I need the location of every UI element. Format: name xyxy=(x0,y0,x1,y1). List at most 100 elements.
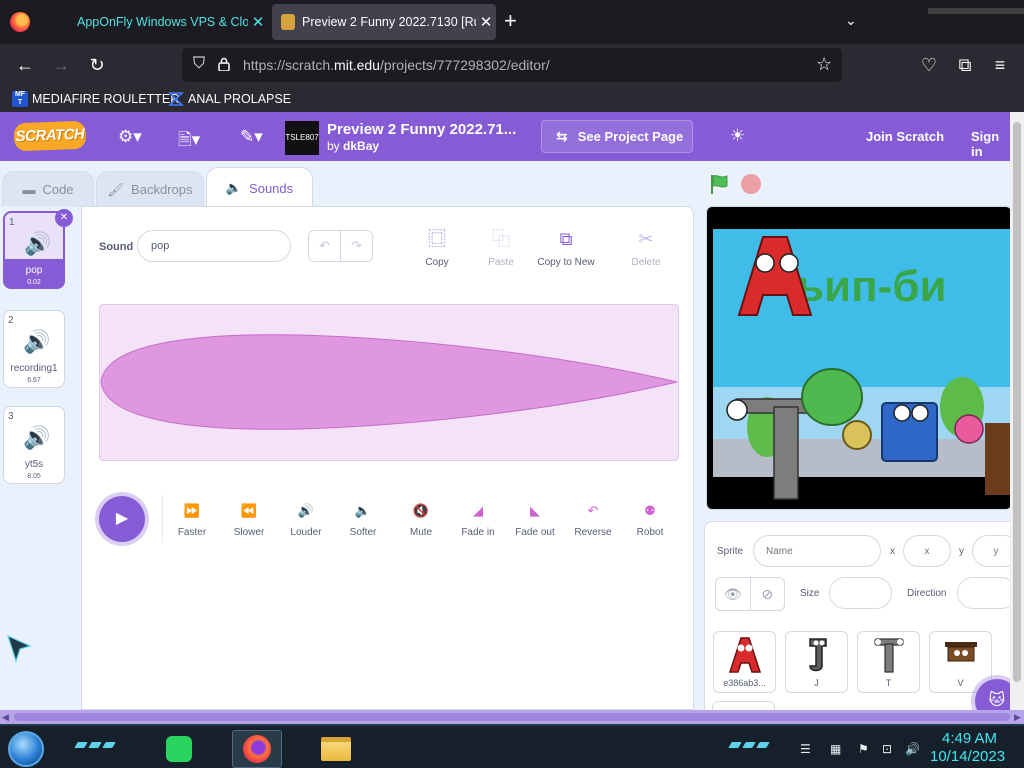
tray-volume-icon[interactable]: 🔊 xyxy=(905,742,920,756)
start-button[interactable] xyxy=(8,731,44,767)
scratch-logo[interactable]: SCRATCH xyxy=(13,120,87,152)
bookmark-mediafire[interactable]: MF T MEDIAFIRE ROULETTER xyxy=(12,91,179,107)
bookmarks-bar: MF T MEDIAFIRE ROULETTER ANAL PROLAPSE xyxy=(0,86,1024,112)
sound-item-pop[interactable]: 1 🔊 pop 0.02 ✕ xyxy=(3,209,73,289)
effect-fade-in-button[interactable]: ◢ Fade in xyxy=(448,503,508,538)
waveform-shape xyxy=(100,334,678,430)
firefox-menu-icon[interactable] xyxy=(10,12,30,32)
horizontal-scroll-thumb[interactable] xyxy=(14,713,1010,721)
file-menu-icon[interactable]: 🗎▾ xyxy=(178,127,200,156)
effect-mute-button[interactable]: 🔇 Mute xyxy=(391,503,451,538)
faster-icon: ⏩ xyxy=(183,503,201,518)
list-all-tabs-icon[interactable]: ⌄ xyxy=(845,12,857,29)
vertical-scroll-thumb[interactable] xyxy=(1013,122,1021,682)
scratch-gui: ▬ Code 🖌 Backdrops 🔈 Sounds 1 🔊 pop 0.02… xyxy=(0,161,1010,710)
pocket-icon[interactable]: ♡ xyxy=(916,53,942,77)
undo-icon[interactable]: ↶ xyxy=(309,231,341,261)
project-title[interactable]: Preview 2 Funny 2022.71... xyxy=(327,121,516,138)
taskbar-firefox[interactable] xyxy=(232,730,282,768)
effect-fade-out-button[interactable]: ◣ Fade out xyxy=(505,503,565,538)
copy-button[interactable]: ⿴ Copy xyxy=(402,227,472,268)
effect-label: Fade out xyxy=(515,527,555,538)
tab-close-icon[interactable]: ✕ xyxy=(476,13,496,31)
sound-name-input[interactable] xyxy=(137,230,291,262)
undo-redo-group: ↶ ↷ xyxy=(308,230,373,262)
tab-sounds[interactable]: 🔈 Sounds xyxy=(206,167,313,208)
bookmark-star-icon[interactable]: ☆ xyxy=(816,54,832,75)
hamburger-menu-icon[interactable]: ≡ xyxy=(987,53,1013,77)
tracking-shield-icon[interactable]: ⛉ xyxy=(190,55,208,75)
delete-icon: ✂ xyxy=(638,229,654,249)
sprite-tile-a[interactable]: e386ab3... xyxy=(713,631,776,693)
forward-arrow-icon[interactable]: → xyxy=(48,53,74,77)
effect-softer-button[interactable]: 🔈 Softer xyxy=(333,503,393,538)
bookmark-second[interactable]: ANAL PROLAPSE xyxy=(168,91,291,107)
vertical-scrollbar[interactable] xyxy=(1010,112,1024,710)
horizontal-scrollbar[interactable]: ◀ ▶ xyxy=(0,710,1024,724)
extensions-icon[interactable]: ⧉ xyxy=(952,53,978,77)
sprite-name-input[interactable] xyxy=(753,535,881,567)
reload-icon[interactable]: ↻ xyxy=(84,53,110,77)
effect-louder-button[interactable]: 🔊 Louder xyxy=(276,503,336,538)
browser-tab-apponfly[interactable]: AppOnFly Windows VPS & Clo ✕ xyxy=(44,4,268,40)
join-scratch-link[interactable]: Join Scratch xyxy=(866,129,944,144)
tab-code[interactable]: ▬ Code xyxy=(2,171,94,207)
browser-tab-scratch[interactable]: Preview 2 Funny 2022.7130 [Rus ✕ xyxy=(272,4,496,40)
project-thumbnail[interactable]: TSLE807 xyxy=(285,121,319,155)
url-text[interactable]: https://scratch.mit.edu/projects/7772983… xyxy=(243,57,550,73)
x-input[interactable] xyxy=(903,535,951,567)
stop-icon[interactable] xyxy=(741,174,761,194)
redo-icon[interactable]: ↷ xyxy=(341,231,372,261)
effect-slower-button[interactable]: ⏪ Slower xyxy=(219,503,279,538)
effect-robot-button[interactable]: ⚉ Robot xyxy=(620,503,680,538)
settings-gear-icon[interactable]: ⚙▾ xyxy=(118,127,142,147)
stage-canvas[interactable]: ьип-би xyxy=(706,206,1010,510)
tray-network-icon[interactable]: ⊡ xyxy=(882,742,892,756)
stage-scene-image: ьип-би xyxy=(707,207,1010,509)
scroll-right-icon[interactable]: ▶ xyxy=(1014,710,1021,724)
effect-reverse-button[interactable]: ↶ Reverse xyxy=(563,503,623,538)
tray-app-icon[interactable]: ▦ xyxy=(830,742,841,756)
paste-button[interactable]: ⿻ Paste xyxy=(466,227,536,268)
show-eye-icon[interactable]: 👁 xyxy=(716,578,751,610)
back-arrow-icon[interactable]: ← xyxy=(12,53,38,77)
clock-time[interactable]: 4:49 AM xyxy=(942,730,997,747)
size-input[interactable] xyxy=(829,577,892,609)
taskbar-spotify[interactable] xyxy=(154,730,204,768)
delete-button[interactable]: ✂ Delete xyxy=(611,227,681,268)
sprite-tile-t[interactable]: T xyxy=(857,631,920,693)
see-project-page-button[interactable]: ⇆ See Project Page xyxy=(541,120,693,153)
tray-show-hidden-icon[interactable]: ☰ xyxy=(800,742,811,756)
sprite-info-pane: Sprite x y 👁 ⊘ Size Direction e386ab3...… xyxy=(704,521,1010,710)
tray-flag-icon[interactable]: ⚑ xyxy=(858,742,869,756)
url-bar[interactable]: ⛉ https://scratch.mit.edu/projects/77729… xyxy=(182,48,842,82)
edit-menu-icon[interactable]: ✎▾ xyxy=(240,127,263,147)
tab-close-icon[interactable]: ✕ xyxy=(248,13,268,31)
waveform-display[interactable] xyxy=(99,304,679,461)
effect-faster-button[interactable]: ⏩ Faster xyxy=(162,503,222,538)
lock-icon[interactable] xyxy=(218,57,230,71)
scroll-left-icon[interactable]: ◀ xyxy=(2,710,9,724)
new-tab-button[interactable]: + xyxy=(504,10,517,32)
sign-in-link[interactable]: Sign in xyxy=(971,129,1010,159)
sound-item-recording1[interactable]: 2 🔊 recording1 6.67 xyxy=(3,310,65,388)
theme-bulb-icon[interactable]: ☀ xyxy=(730,126,745,146)
sprite-tile-j[interactable]: J xyxy=(785,631,848,693)
hide-eye-icon[interactable]: ⊘ xyxy=(751,578,785,610)
clock-date[interactable]: 10/14/2023 xyxy=(930,748,1005,765)
green-flag-icon[interactable] xyxy=(707,172,731,196)
bookmark-label: ANAL PROLAPSE xyxy=(188,92,292,106)
project-author[interactable]: by dkBay xyxy=(327,139,379,153)
y-input[interactable] xyxy=(972,535,1010,567)
direction-input[interactable] xyxy=(957,577,1010,609)
tab-backdrops[interactable]: 🖌 Backdrops xyxy=(96,171,204,207)
sound-item-yt5s[interactable]: 3 🔊 yt5s 8.05 xyxy=(3,406,65,484)
firefox-icon xyxy=(243,735,271,763)
delete-sound-icon[interactable]: ✕ xyxy=(55,209,73,227)
play-sound-button[interactable]: ▶ xyxy=(99,496,145,542)
sound-speaker-icon: 🔊 xyxy=(23,329,51,354)
direction-label: Direction xyxy=(907,588,947,599)
sound-name: pop xyxy=(25,265,43,276)
taskbar-file-explorer[interactable] xyxy=(311,730,361,768)
copy-to-new-button[interactable]: ⧉ Copy to New xyxy=(531,227,601,268)
